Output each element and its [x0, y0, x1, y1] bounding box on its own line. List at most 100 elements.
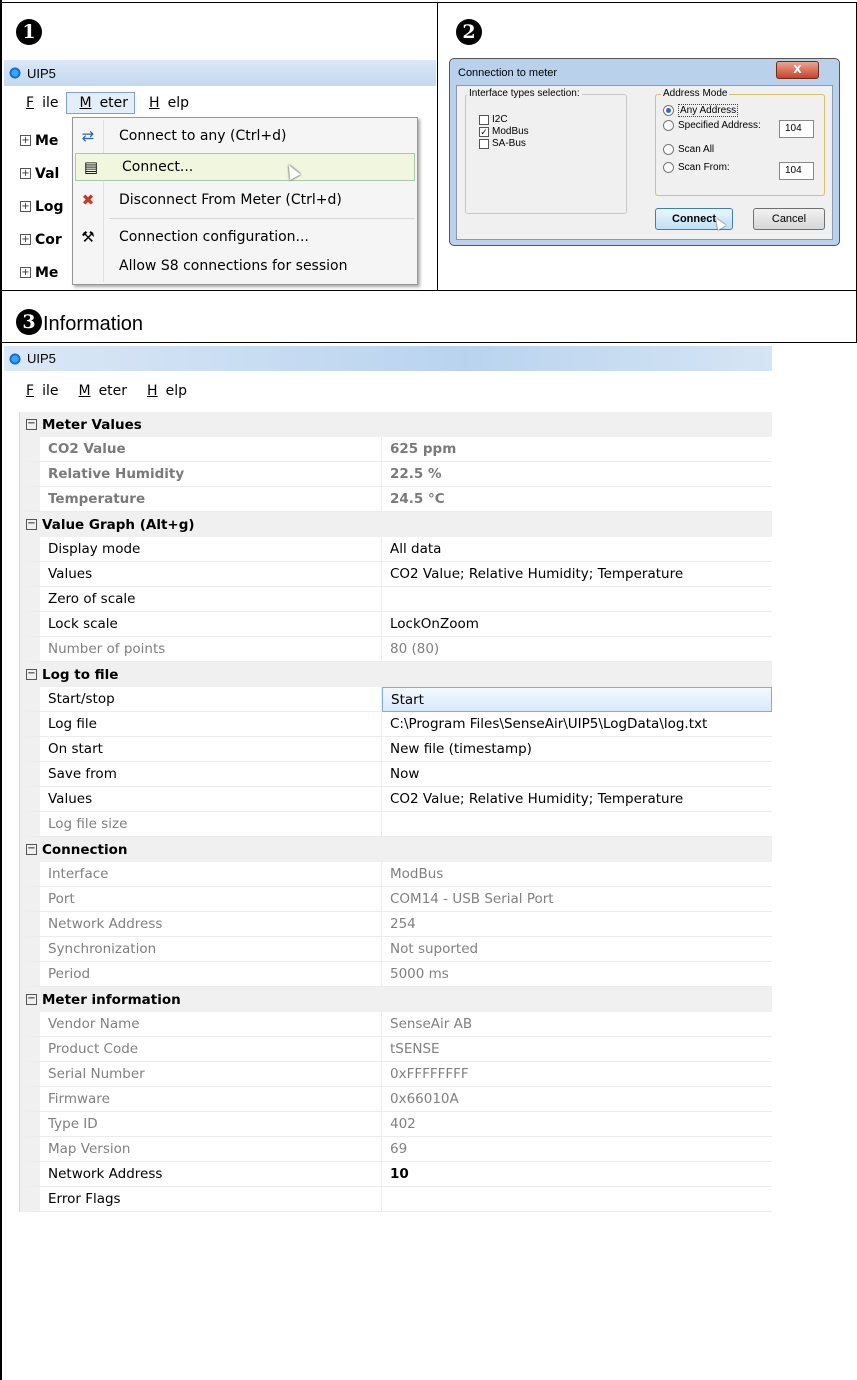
- property-row[interactable]: Firmware 0x66010A: [20, 1087, 772, 1112]
- expand-icon[interactable]: +: [20, 201, 31, 212]
- property-row[interactable]: Interface ModBus: [20, 862, 772, 887]
- property-row[interactable]: Vendor Name SenseAir AB: [20, 1012, 772, 1037]
- property-row[interactable]: Port COM14 - USB Serial Port: [20, 887, 772, 912]
- collapse-icon[interactable]: −: [26, 519, 37, 530]
- frame-divider: [437, 2, 438, 290]
- checkbox-i2c[interactable]: I2C: [479, 114, 508, 125]
- property-row[interactable]: Display mode All data: [20, 537, 772, 562]
- property-row[interactable]: Period 5000 ms: [20, 962, 772, 987]
- property-row[interactable]: Error Flags: [20, 1187, 772, 1212]
- property-row[interactable]: CO2 Value 625 ppm: [20, 437, 772, 462]
- property-row[interactable]: On start New file (timestamp): [20, 737, 772, 762]
- checkbox-box[interactable]: [479, 138, 489, 149]
- category-meter-information[interactable]: − Meter information: [20, 987, 772, 1012]
- property-row[interactable]: Product Code tSENSE: [20, 1037, 772, 1062]
- category-value-graph[interactable]: − Value Graph (Alt+g): [20, 512, 772, 537]
- checkbox-box[interactable]: [479, 114, 489, 125]
- radio-any-address[interactable]: Any Address: [663, 104, 739, 117]
- collapse-icon[interactable]: −: [26, 669, 37, 680]
- menu-file[interactable]: File: [14, 381, 64, 401]
- property-grid: − Meter Values CO2 Value 625 ppm Relative …: [19, 412, 772, 1212]
- section-number-1: 1: [16, 19, 42, 45]
- property-row[interactable]: Serial Number 0xFFFFFFFF: [20, 1062, 772, 1087]
- menu-item-connect[interactable]: ▤ Connect...: [75, 153, 415, 181]
- specified-address-input[interactable]: 104: [779, 120, 814, 138]
- expand-icon[interactable]: +: [20, 234, 31, 245]
- menu-item-disconnect[interactable]: ✖ Disconnect From Meter (Ctrl+d): [73, 186, 417, 214]
- checkmark-icon[interactable]: ✓: [479, 126, 489, 137]
- menu-file[interactable]: File: [14, 93, 64, 113]
- radio-icon[interactable]: [663, 120, 674, 131]
- property-row[interactable]: Log file size: [20, 812, 772, 837]
- expand-icon[interactable]: +: [20, 168, 31, 179]
- radio-scan-from[interactable]: Scan From:: [663, 162, 730, 173]
- dialog-title: Connection to meter: [458, 67, 558, 79]
- connection-dialog: Connection to meter X Interface types se…: [449, 58, 840, 246]
- expand-icon[interactable]: +: [20, 135, 31, 146]
- category-log-to-file[interactable]: − Log to file: [20, 662, 772, 687]
- interface-caption: Interface types selection:: [467, 88, 582, 99]
- property-row[interactable]: Type ID 402: [20, 1112, 772, 1137]
- cancel-button[interactable]: Cancel: [753, 208, 825, 230]
- menu-help[interactable]: Help: [135, 381, 193, 401]
- window-title: UIP5: [27, 351, 56, 366]
- property-row[interactable]: Number of points 80 (80): [20, 637, 772, 662]
- category-meter-values[interactable]: − Meter Values: [20, 412, 772, 437]
- property-row[interactable]: Log file C:\Program Files\SenseAir\UIP5\L…: [20, 712, 772, 737]
- menu-meter[interactable]: Meter: [66, 92, 136, 114]
- disconnect-icon: ✖: [81, 191, 95, 209]
- section-number-2: 2: [456, 19, 482, 45]
- menu-separator: [109, 218, 415, 219]
- menu-item-connection-configuration[interactable]: ⚒ Connection configuration...: [73, 223, 417, 251]
- frame-mid: [0, 290, 857, 291]
- property-row[interactable]: Save from Now: [20, 762, 772, 787]
- property-row[interactable]: Synchronization Not suported: [20, 937, 772, 962]
- app-icon: [8, 351, 22, 366]
- start-stop-button[interactable]: Start: [382, 687, 772, 712]
- radio-specified-address[interactable]: Specified Address:: [663, 120, 761, 131]
- property-row[interactable]: Values CO2 Value; Relative Humidity; Temp…: [20, 787, 772, 812]
- property-row[interactable]: Zero of scale: [20, 587, 772, 612]
- collapse-icon[interactable]: −: [26, 994, 37, 1005]
- checkbox-modbus[interactable]: ✓ ModBus: [479, 126, 529, 137]
- menu-item-connect-any[interactable]: ⇄ Connect to any (Ctrl+d): [73, 122, 417, 150]
- property-row[interactable]: Relative Humidity 22.5 %: [20, 462, 772, 487]
- connect-any-icon: ⇄: [81, 127, 95, 145]
- property-row[interactable]: Lock scale LockOnZoom: [20, 612, 772, 637]
- scan-from-input[interactable]: 104: [779, 162, 814, 180]
- property-row[interactable]: Start/stop Start: [20, 687, 772, 712]
- dialog-close-button[interactable]: X: [776, 61, 819, 79]
- property-row[interactable]: Network Address 254: [20, 912, 772, 937]
- checkbox-sabus[interactable]: SA-Bus: [479, 138, 526, 149]
- expand-icon[interactable]: +: [20, 267, 31, 278]
- category-connection[interactable]: − Connection: [20, 837, 772, 862]
- window-titlebar-1: UIP5: [4, 60, 436, 86]
- dialog-body: Interface types selection: I2C ✓ ModBus S…: [456, 85, 833, 240]
- frame-sec3: [0, 342, 857, 343]
- property-row[interactable]: Map Version 69: [20, 1137, 772, 1162]
- radio-icon[interactable]: [663, 144, 674, 155]
- section-3-label: Information: [43, 313, 144, 335]
- collapse-icon[interactable]: −: [26, 419, 37, 430]
- menu-item-allow-s8[interactable]: Allow S8 connections for session: [73, 252, 417, 280]
- window-title: UIP5: [27, 65, 56, 81]
- meter-dropdown-menu: ⇄ Connect to any (Ctrl+d) ▤ Connect... ✖…: [72, 117, 418, 285]
- property-row[interactable]: Values CO2 Value; Relative Humidity; Temp…: [20, 562, 772, 587]
- property-row[interactable]: Temperature 24.5 °C: [20, 487, 772, 512]
- interface-group: [465, 94, 627, 214]
- address-caption: Address Mode: [661, 88, 730, 99]
- connect-icon: ▤: [83, 158, 99, 176]
- radio-selected-icon[interactable]: [663, 105, 674, 116]
- menu-help[interactable]: Help: [137, 93, 195, 113]
- frame-top: [0, 2, 857, 3]
- property-row[interactable]: Network Address 10: [20, 1162, 772, 1187]
- menubar-1: File Meter Help: [14, 90, 197, 116]
- tools-icon: ⚒: [81, 228, 95, 246]
- radio-scan-all[interactable]: Scan All: [663, 144, 714, 155]
- app-icon: [8, 66, 22, 80]
- window-titlebar-3: UIP5: [4, 346, 772, 371]
- radio-icon[interactable]: [663, 162, 674, 173]
- collapse-icon[interactable]: −: [26, 844, 37, 855]
- menu-meter[interactable]: Meter: [66, 381, 133, 401]
- section-number-3: 3: [16, 309, 42, 335]
